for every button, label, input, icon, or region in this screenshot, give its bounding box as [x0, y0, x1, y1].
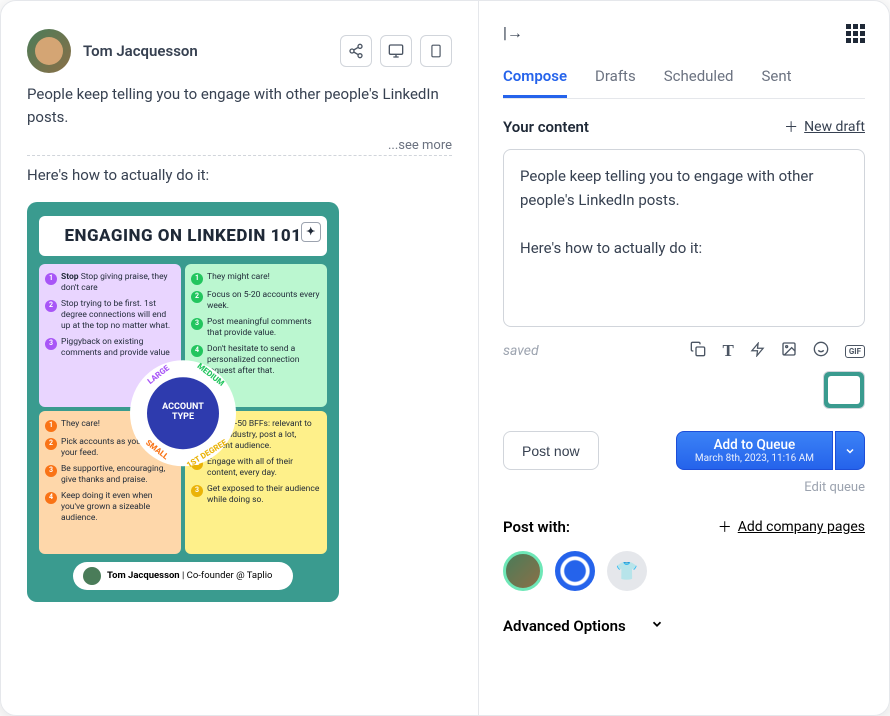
account-avatar-2[interactable]: [555, 551, 595, 591]
share-icon[interactable]: [340, 35, 372, 67]
tab-scheduled[interactable]: Scheduled: [664, 67, 734, 98]
magic-wand-icon[interactable]: ✦: [301, 222, 321, 242]
bolt-icon[interactable]: [750, 342, 765, 361]
author-name: Tom Jacquesson: [83, 42, 328, 60]
apps-grid-icon[interactable]: [846, 24, 865, 43]
infographic-title: ENGAGING ON LINKEDIN 101 ✦: [39, 216, 327, 256]
account-avatar-3[interactable]: 👕: [607, 551, 647, 591]
account-avatar-1[interactable]: [503, 551, 543, 591]
chevron-down-icon: [650, 617, 664, 635]
infographic-footer: Tom Jacquesson | Co-founder @ Taplio: [73, 562, 293, 590]
see-more-link[interactable]: ...see more: [27, 138, 452, 156]
queue-dropdown-button[interactable]: [835, 431, 865, 470]
edit-queue-link[interactable]: Edit queue: [503, 480, 865, 495]
post-image: ENGAGING ON LINKEDIN 101 ✦ 1Stop Stop gi…: [27, 202, 339, 602]
mobile-icon[interactable]: [420, 35, 452, 67]
gif-icon[interactable]: GIF: [845, 345, 865, 358]
add-company-pages-button[interactable]: ＋ Add company pages: [718, 517, 865, 537]
advanced-options-toggle[interactable]: Advanced Options: [503, 617, 865, 635]
saved-status: saved: [503, 343, 539, 359]
your-content-label: Your content: [503, 118, 589, 136]
text-format-icon[interactable]: T: [722, 341, 733, 361]
tab-drafts[interactable]: Drafts: [595, 67, 636, 98]
avatar: [27, 29, 71, 73]
post-now-button[interactable]: Post now: [503, 431, 599, 470]
post-followup: Here's how to actually do it:: [27, 166, 452, 184]
attached-image-thumbnail[interactable]: [823, 371, 865, 409]
plus-icon: ＋: [784, 117, 798, 137]
desktop-icon[interactable]: [380, 35, 412, 67]
post-with-label: Post with:: [503, 518, 570, 536]
collapse-icon[interactable]: |→: [503, 23, 523, 43]
tab-sent[interactable]: Sent: [761, 67, 791, 98]
emoji-icon[interactable]: [813, 341, 829, 361]
post-body: People keep telling you to engage with o…: [27, 83, 452, 130]
add-to-queue-button[interactable]: Add to Queue March 8th, 2023, 11:16 AM: [676, 431, 833, 470]
plus-icon: ＋: [718, 517, 732, 537]
content-editor[interactable]: People keep telling you to engage with o…: [503, 149, 865, 327]
tabs: Compose Drafts Scheduled Sent: [503, 67, 865, 99]
center-circle: LARGE MEDIUM SMALL 1ST DEGREE ACCOUNT TY…: [130, 360, 236, 466]
preview-panel: Tom Jacquesson People keep telling you t…: [1, 1, 479, 715]
copy-icon[interactable]: [690, 341, 706, 361]
image-icon[interactable]: [781, 341, 797, 361]
composer-panel: |→ Compose Drafts Scheduled Sent Your co…: [479, 1, 889, 715]
new-draft-button[interactable]: ＋ New draft: [784, 117, 865, 137]
tab-compose[interactable]: Compose: [503, 67, 567, 98]
